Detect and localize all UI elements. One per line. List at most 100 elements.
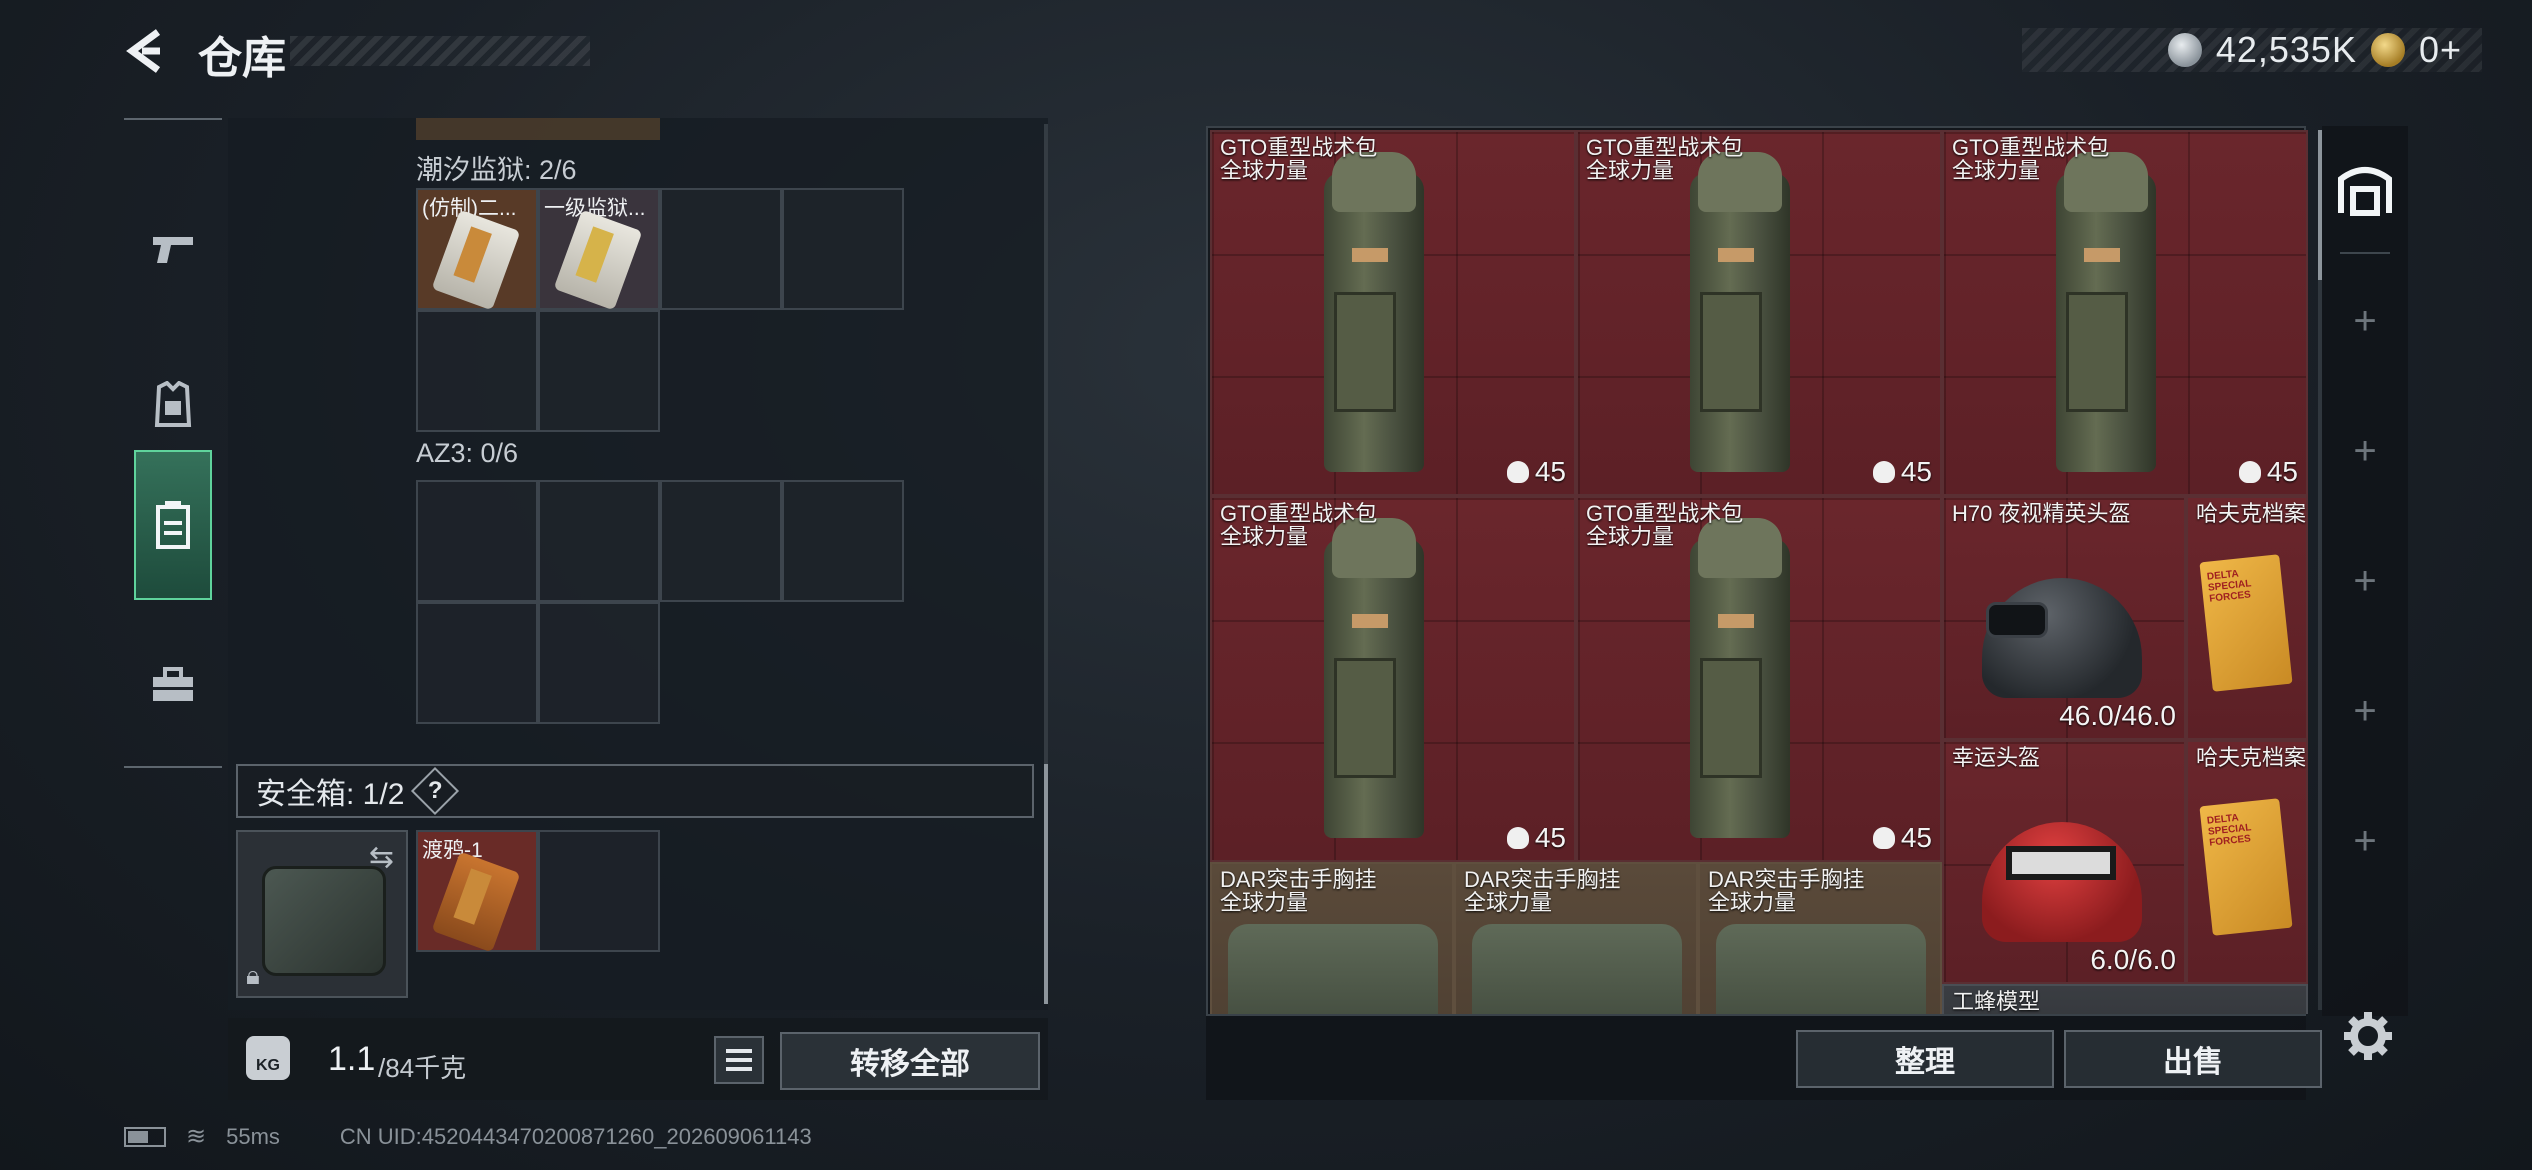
chest-rig-image [1228, 924, 1438, 1014]
gold-coin-icon [2370, 33, 2405, 67]
capacity-icon [2238, 461, 2261, 483]
plus-icon: + [2353, 558, 2377, 603]
item-capacity: 45 [1506, 822, 1566, 854]
empty-slot[interactable] [416, 480, 538, 602]
empty-slot[interactable] [538, 830, 660, 952]
item-durability: 6.0/6.0 [2090, 944, 2176, 975]
document-image: DELTA SPECIAL FORCES [2199, 798, 2293, 936]
storage-item[interactable]: (仿制)二... [416, 188, 538, 311]
backpack-item[interactable]: GTO重型战术包 全球力量 45 [1210, 496, 1576, 862]
model-item[interactable]: 工蜂模型 [1942, 984, 2308, 1014]
safe-box-header: 安全箱: 1/2 ? [236, 764, 1034, 818]
item-name: DAR突击手胸挂 全球力量 [1708, 867, 1865, 916]
help-icon[interactable]: ? [411, 766, 460, 816]
item-name: DAR突击手胸挂 全球力量 [1464, 867, 1621, 916]
safe-box-label: 安全箱: 1/2 [256, 778, 405, 811]
plus-icon: + [2353, 818, 2377, 863]
item-name: H70 夜视精英头盔 [1952, 501, 2131, 526]
item-capacity: 45 [1872, 456, 1932, 488]
helmet-item[interactable]: 幸运头盔 6.0/6.0 [1942, 740, 2186, 984]
nav-backpack[interactable] [134, 450, 212, 600]
storage-scrollbar[interactable] [1044, 124, 1048, 1004]
transfer-all-button[interactable]: 转移全部 [780, 1032, 1040, 1090]
partial-item-row [416, 118, 660, 140]
capacity-icon [1872, 827, 1895, 849]
empty-slot[interactable] [538, 480, 660, 602]
lock-icon: 🔒︎ [246, 960, 260, 990]
swap-icon[interactable]: ⇆ [369, 840, 394, 875]
container-slot-add[interactable]: + [2322, 776, 2408, 906]
container-slot-add[interactable]: + [2322, 256, 2408, 386]
empty-slot[interactable] [660, 480, 782, 602]
item-name: 哈夫克档案 [2196, 745, 2307, 770]
nvg-helmet-image [1966, 558, 2152, 708]
storage-item[interactable]: 一级监狱... [538, 188, 660, 311]
category-nav [124, 118, 222, 768]
empty-slot[interactable] [782, 188, 904, 310]
silver-currency-value: 42,535K [2215, 29, 2357, 70]
chest-rig-image [1472, 924, 1682, 1014]
chest-rig-image [1716, 924, 1926, 1014]
item-name: 工蜂模型 [1952, 989, 2041, 1014]
plus-icon: + [2353, 298, 2377, 343]
chest-rig-item[interactable]: DAR突击手胸挂 全球力量 [1698, 862, 1942, 1014]
helmet-item[interactable]: H70 夜视精英头盔 46.0/46.0 [1942, 496, 2186, 740]
toolbox-icon [153, 667, 193, 701]
weight-icon: KG [246, 1036, 290, 1080]
item-name: GTO重型战术包 全球力量 [1586, 135, 1744, 184]
sell-button[interactable]: 出售 [2064, 1030, 2322, 1088]
empty-slot[interactable] [538, 310, 660, 432]
container-slot-add[interactable]: + [2322, 516, 2408, 646]
item-name: GTO重型战术包 全球力量 [1586, 501, 1744, 550]
backpack-image [1678, 152, 1804, 492]
section-label-tide-prison: 潮汐监狱: 2/6 [416, 155, 577, 185]
back-arrow-icon[interactable] [120, 26, 170, 76]
item-capacity: 45 [1506, 456, 1566, 488]
backpack-grid: GTO重型战术包 全球力量 45 GTO重型战术包 全球力量 45 GTO重型战术包… [1210, 130, 2308, 1014]
chest-rig-item[interactable]: DAR突击手胸挂 全球力量 [1454, 862, 1698, 1014]
access-card-icon [553, 209, 643, 311]
item-name: GTO重型战术包 全球力量 [1220, 135, 1378, 184]
armor-icon [154, 381, 192, 427]
container-slot-add[interactable]: + [2322, 646, 2408, 776]
gold-currency-value[interactable]: 0+ [2419, 29, 2462, 71]
empty-slot[interactable] [782, 480, 904, 602]
backpack-item[interactable]: GTO重型战术包 全球力量 45 [1576, 130, 1942, 496]
nav-weapons[interactable] [134, 175, 212, 325]
empty-slot[interactable] [416, 310, 538, 432]
container-slot-add[interactable]: + [2322, 386, 2408, 516]
item-durability: 46.0/46.0 [2059, 700, 2176, 731]
weight-max: /84千克 [378, 1053, 467, 1083]
nav-toolbox[interactable] [134, 610, 212, 760]
access-card-icon [431, 209, 521, 311]
empty-slot[interactable] [660, 188, 782, 310]
empty-slot[interactable] [416, 602, 538, 724]
key-card-icon [431, 851, 521, 953]
plus-icon: + [2353, 688, 2377, 733]
backpack-image [2044, 152, 2170, 492]
document-item[interactable]: 哈夫克档案 DELTA SPECIAL FORCES [2186, 496, 2308, 740]
document-image: DELTA SPECIAL FORCES [2199, 554, 2293, 692]
weight-current: 1.1 [328, 1040, 376, 1078]
battery-icon [124, 1126, 166, 1147]
plus-icon: + [2353, 428, 2377, 473]
document-item[interactable]: 哈夫克档案 DELTA SPECIAL FORCES [2186, 740, 2308, 984]
backpack-image [1312, 152, 1438, 492]
backpack-icon [156, 501, 190, 549]
backpack-item[interactable]: GTO重型战术包 全球力量 45 [1576, 496, 1942, 862]
page-title: 仓库 [198, 34, 286, 83]
pistol-icon [153, 237, 193, 263]
backpack-item[interactable]: GTO重型战术包 全球力量 45 [1210, 130, 1576, 496]
status-bar: ≋ 55ms CN UID:4520443470200871260_202609… [124, 1122, 812, 1151]
backpack-item[interactable]: GTO重型战术包 全球力量 45 [1942, 130, 2308, 496]
safe-case-slot[interactable]: ⇆ 🔒︎ [236, 830, 408, 998]
item-capacity: 45 [1872, 822, 1932, 854]
safe-box-item[interactable]: 渡鸦-1 [416, 830, 538, 953]
sort-button[interactable]: 整理 [1796, 1030, 2054, 1088]
container-slot-backpack[interactable] [2322, 126, 2408, 256]
gear-icon[interactable] [2342, 1010, 2394, 1062]
empty-slot[interactable] [538, 602, 660, 724]
safe-case-icon [262, 866, 386, 976]
list-view-button[interactable] [714, 1036, 764, 1084]
chest-rig-item[interactable]: DAR突击手胸挂 全球力量 [1210, 862, 1454, 1014]
